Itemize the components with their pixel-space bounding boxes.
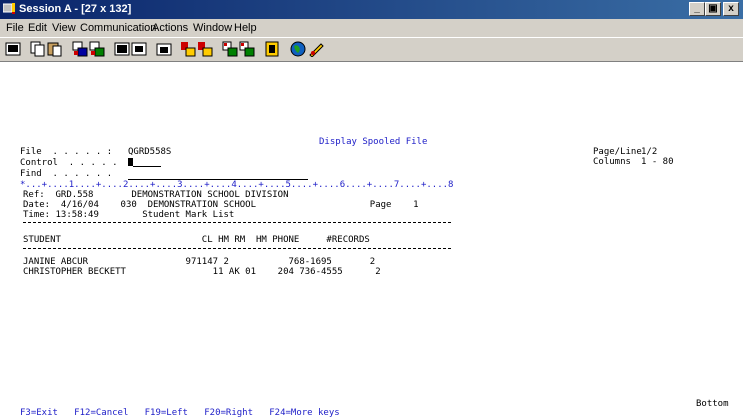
maximize-button[interactable]: ▣ [705,2,721,16]
table-row: CHRISTOPHER BECKETT 11 AK 01 204 736-455… [23,267,381,277]
record-macro-icon[interactable] [180,41,196,57]
report-ref: Ref: GRD.558 DEMONSTRATION SCHOOL DIVISI… [23,190,289,200]
clipboard-icon[interactable] [264,41,280,57]
column-ruler: *...+....1....+....2....+....3....+....4… [20,180,454,190]
pageline-label: Page/Line [593,147,642,157]
menu-bar: File Edit View Communication Actions Win… [0,19,743,37]
control-field[interactable] [133,166,161,167]
divider [23,248,451,249]
display-icon[interactable] [114,41,130,57]
close-button[interactable]: x [723,2,739,16]
find-label: Find . . . . . . [20,169,113,179]
receive-icon[interactable] [89,41,105,57]
divider [23,222,451,223]
pageline-value: 1/2 [641,147,658,157]
menu-actions[interactable]: Actions [152,22,188,34]
file-value: QGRD558S [128,147,172,157]
copy-icon[interactable] [30,41,46,57]
report-date: Date: 4/16/04 030 DEMONSTRATION SCHOOL P… [23,200,419,210]
internet-icon[interactable] [290,41,306,57]
menu-help[interactable]: Help [234,22,257,34]
minimize-button[interactable]: _ [689,2,705,16]
menu-view[interactable]: View [52,22,76,34]
function-keys: F3=Exit F12=Cancel F19=Left F20=Right F2… [20,408,340,418]
menu-edit[interactable]: Edit [28,22,47,34]
play-macro-icon[interactable] [197,41,213,57]
control-label: Control . . . . . [20,158,118,168]
title-bar: Session A - [27 x 132] _ ▣ x [0,0,743,19]
menu-file[interactable]: File [6,22,24,34]
display-alt-icon[interactable] [131,41,147,57]
key-icon[interactable] [308,41,324,57]
macro-icon[interactable] [156,41,172,57]
toolbar [0,37,743,62]
window-title: Session A - [27 x 132] [19,3,132,15]
page-heading: Display Spooled File [319,137,428,147]
menu-window[interactable]: Window [193,22,232,34]
text-cursor [128,158,133,166]
paste-icon[interactable] [47,41,63,57]
terminal-screen[interactable]: Display Spooled File File . . . . . : QG… [0,62,743,420]
report-time: Time: 13:58:49 Student Mark List [23,210,235,220]
transfer-send-icon[interactable] [222,41,238,57]
table-row: JANINE ABCUR 971147 2 768-1695 2 [23,257,376,267]
menu-communication[interactable]: Communication [80,22,156,34]
columns-value: 1 - 80 [641,157,674,167]
columns-label: Columns [593,157,631,167]
print-screen-icon[interactable] [5,41,21,57]
app-icon [3,3,15,14]
bottom-indicator: Bottom [696,399,729,409]
transfer-receive-icon[interactable] [239,41,255,57]
column-header: STUDENT CL HM RM HM PHONE #RECORDS [23,235,370,245]
send-icon[interactable] [72,41,88,57]
file-label: File . . . . . : [20,147,113,157]
